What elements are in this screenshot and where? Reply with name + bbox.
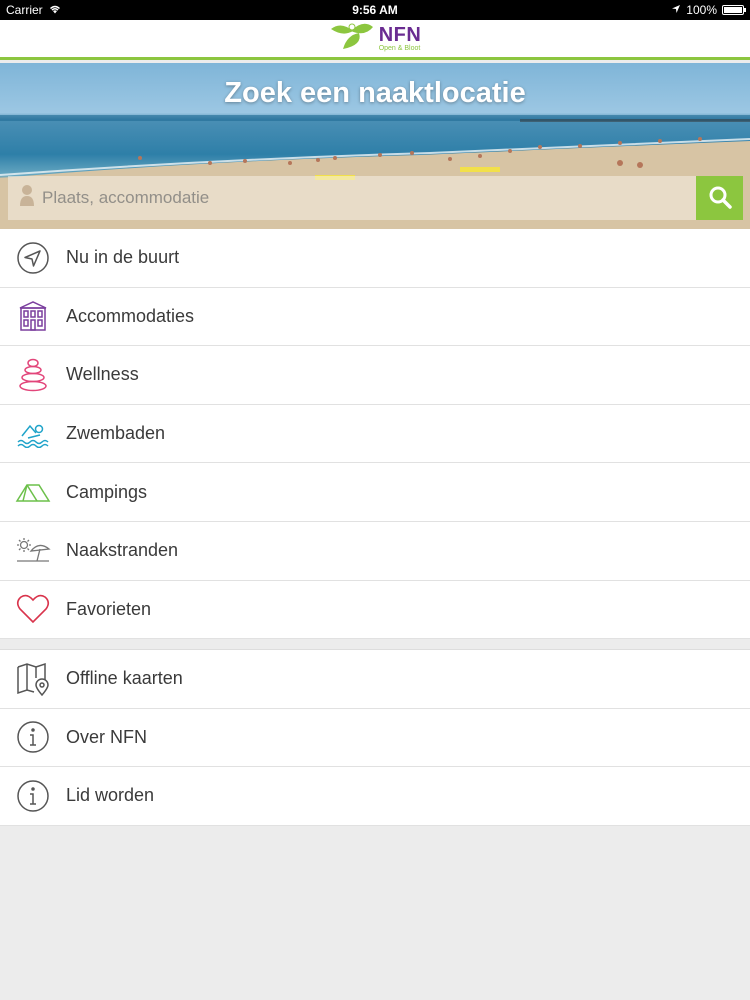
map-pin-icon [0, 662, 66, 696]
search-button[interactable] [696, 176, 743, 220]
person-marker-icon [18, 184, 36, 213]
carrier-label: Carrier [6, 3, 43, 17]
menu-item-offline-maps[interactable]: Offline kaarten [0, 650, 750, 709]
menu-item-nudist-beaches[interactable]: Naakstranden [0, 522, 750, 581]
status-time: 9:56 AM [352, 3, 398, 17]
info-icon [0, 779, 66, 813]
menu-item-swimming-pools[interactable]: Zwembaden [0, 405, 750, 464]
main-menu: Nu in de buurt Accommodaties Wellness Zw… [0, 229, 750, 640]
info-icon [0, 720, 66, 754]
menu-item-become-member[interactable]: Lid worden [0, 767, 750, 826]
menu-label: Offline kaarten [66, 668, 183, 689]
menu-label: Naakstranden [66, 540, 179, 561]
nfn-logo[interactable]: NFN Open & Bloot [329, 21, 422, 56]
secondary-menu: Offline kaarten Over NFN Lid worden [0, 649, 750, 826]
beach-umbrella-icon [0, 537, 66, 565]
search-input[interactable] [42, 188, 696, 208]
status-bar: Carrier 9:56 AM 100% [0, 0, 750, 20]
stones-icon [0, 358, 66, 392]
menu-item-wellness[interactable]: Wellness [0, 346, 750, 405]
menu-label: Campings [66, 481, 148, 502]
wifi-icon [48, 3, 62, 17]
logo-name: NFN [378, 24, 422, 46]
search-field-container[interactable] [8, 176, 696, 220]
menu-item-nearby[interactable]: Nu in de buurt [0, 229, 750, 288]
battery-percent: 100% [686, 3, 717, 17]
heart-icon [0, 594, 66, 624]
building-icon [0, 300, 66, 332]
tent-icon [0, 481, 66, 503]
search-bar [8, 176, 743, 220]
logo-tagline: Open & Bloot [378, 45, 421, 52]
leaf-figure-icon [329, 21, 375, 56]
menu-label: Over NFN [66, 726, 147, 747]
location-arrow-icon [0, 241, 66, 275]
menu-item-campings[interactable]: Campings [0, 463, 750, 522]
search-icon [708, 185, 732, 212]
menu-item-accommodations[interactable]: Accommodaties [0, 288, 750, 347]
hero-title: Zoek een naaktlocatie [224, 77, 526, 109]
menu-label: Favorieten [66, 598, 152, 619]
hero-banner: Zoek een naaktlocatie [0, 63, 750, 229]
menu-item-about-nfn[interactable]: Over NFN [0, 709, 750, 768]
swimmer-icon [0, 420, 66, 448]
menu-label: Nu in de buurt [66, 247, 180, 268]
app-header: NFN Open & Bloot [0, 20, 750, 60]
battery-icon [722, 5, 746, 15]
menu-label: Zwembaden [66, 423, 166, 444]
location-services-icon [671, 3, 681, 17]
menu-label: Wellness [66, 364, 139, 385]
menu-label: Accommodaties [66, 305, 195, 326]
menu-label: Lid worden [66, 785, 155, 806]
menu-item-favorites[interactable]: Favorieten [0, 581, 750, 640]
